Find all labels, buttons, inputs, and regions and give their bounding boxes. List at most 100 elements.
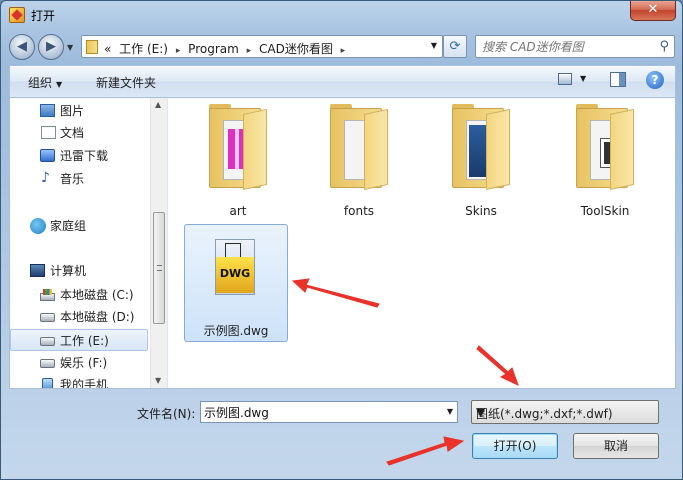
nav-item-label: 计算机 bbox=[50, 264, 87, 278]
documents-icon bbox=[41, 126, 56, 139]
address-bar[interactable]: « 工作 (E:) ▸ Program ▸ CAD迷你看图 ▸ ▼ bbox=[81, 35, 443, 58]
folder-icon bbox=[330, 104, 388, 190]
breadcrumb-item-drive[interactable]: 工作 (E:) bbox=[119, 42, 168, 56]
nav-item-label: 迅雷下载 bbox=[60, 149, 109, 163]
folder-icon bbox=[209, 104, 267, 190]
organize-button[interactable]: 组织 ▼ bbox=[28, 74, 62, 91]
folder-item-skins[interactable]: Skins bbox=[428, 102, 534, 220]
nav-item-label: 我的手机 bbox=[60, 378, 109, 388]
filename-label: 文件名(N): bbox=[137, 407, 196, 421]
breadcrumb-overflow[interactable]: « bbox=[104, 42, 111, 56]
navigation-scrollbar[interactable]: ▲ ▼ bbox=[150, 98, 167, 388]
folder-front bbox=[364, 108, 388, 190]
folder-icon bbox=[452, 104, 510, 190]
homegroup-icon bbox=[30, 218, 46, 234]
file-name: Skins bbox=[465, 204, 497, 218]
nav-item-thunder-download[interactable]: 迅雷下载 bbox=[10, 145, 148, 167]
nav-item-music[interactable]: ♪ 音乐 bbox=[10, 168, 148, 190]
forward-button[interactable]: ▶ bbox=[38, 34, 64, 60]
pictures-icon bbox=[40, 104, 55, 117]
file-name: art bbox=[229, 204, 247, 218]
file-name: 示例图.dwg bbox=[203, 324, 269, 338]
scroll-up-icon[interactable]: ▲ bbox=[155, 100, 161, 109]
dialog-body: 图片 文档 迅雷下载 ♪ 音乐 家庭组 计算机 本地磁盘 (C:) 本地磁盘 (… bbox=[9, 97, 676, 389]
filename-input[interactable] bbox=[201, 402, 437, 422]
nav-item-computer[interactable]: 计算机 bbox=[10, 260, 148, 282]
chevron-down-icon: ▼ bbox=[476, 405, 486, 419]
open-file-dialog: 打开 ✕ ◀ ▶ ▼ « 工作 (E:) ▸ Program ▸ CAD迷你看图… bbox=[0, 0, 683, 480]
close-button[interactable]: ✕ bbox=[630, 1, 676, 21]
refresh-icon: ⟳ bbox=[449, 39, 461, 54]
chevron-right-icon[interactable]: ▸ bbox=[247, 46, 252, 56]
nav-item-pictures[interactable]: 图片 bbox=[10, 100, 148, 122]
nav-item-drive-d[interactable]: 本地磁盘 (D:) bbox=[10, 306, 148, 328]
scrollbar-thumb[interactable] bbox=[153, 212, 165, 324]
cancel-button[interactable]: 取消 bbox=[573, 433, 659, 459]
folder-front bbox=[243, 108, 267, 190]
phone-icon bbox=[42, 378, 53, 388]
filename-combo: ▼ bbox=[200, 401, 458, 423]
chevron-right-icon[interactable]: ▸ bbox=[176, 46, 181, 56]
forward-arrow-icon: ▶ bbox=[46, 39, 56, 54]
breadcrumb: « 工作 (E:) ▸ Program ▸ CAD迷你看图 ▸ bbox=[104, 40, 349, 57]
chevron-down-icon[interactable]: ▼ bbox=[431, 41, 437, 50]
folder-front bbox=[610, 108, 634, 190]
nav-item-documents[interactable]: 文档 bbox=[10, 122, 148, 144]
nav-item-homegroup[interactable]: 家庭组 bbox=[10, 215, 148, 237]
dwg-badge: DWG bbox=[219, 267, 251, 280]
folder-icon bbox=[576, 104, 634, 190]
nav-item-drive-c[interactable]: 本地磁盘 (C:) bbox=[10, 284, 148, 306]
drive-icon bbox=[40, 359, 55, 368]
nav-item-label: 家庭组 bbox=[50, 219, 87, 233]
file-list: art fonts Skins ToolSkin DWG 示例图.dwg bbox=[170, 98, 675, 388]
refresh-button[interactable]: ⟳ bbox=[443, 35, 467, 58]
folder-icon bbox=[86, 40, 98, 54]
grip-icon bbox=[157, 265, 162, 271]
nav-item-drive-e[interactable]: 工作 (E:) bbox=[10, 329, 148, 351]
dialog-title: 打开 bbox=[31, 9, 56, 23]
new-folder-button[interactable]: 新建文件夹 bbox=[96, 74, 156, 91]
recent-locations-dropdown-icon[interactable]: ▼ bbox=[67, 43, 73, 52]
nav-item-label: 工作 (E:) bbox=[60, 334, 109, 348]
search-input[interactable] bbox=[482, 37, 652, 57]
annotation-arrow-open bbox=[386, 436, 465, 466]
organize-label: 组织 bbox=[28, 76, 53, 90]
open-button[interactable]: 打开(O) bbox=[472, 433, 558, 459]
view-options-dropdown-icon[interactable]: ▼ bbox=[580, 74, 586, 83]
help-icon[interactable]: ? bbox=[646, 71, 664, 89]
search-icon[interactable]: ⚲ bbox=[659, 39, 669, 54]
scroll-down-icon[interactable]: ▼ bbox=[155, 376, 161, 385]
system-drive-icon bbox=[40, 289, 55, 301]
nav-item-label: 本地磁盘 (C:) bbox=[60, 288, 134, 302]
preview-pane-icon[interactable] bbox=[610, 72, 626, 87]
chevron-right-icon[interactable]: ▸ bbox=[341, 46, 346, 56]
command-toolbar: 组织 ▼ 新建文件夹 ▼ ? bbox=[9, 65, 676, 97]
file-item-dwg[interactable]: DWG 示例图.dwg bbox=[184, 224, 288, 342]
nav-item-drive-f[interactable]: 娱乐 (F:) bbox=[10, 352, 148, 374]
title-bar: 打开 ✕ bbox=[1, 1, 682, 29]
search-box: ⚲ bbox=[475, 35, 675, 58]
computer-icon bbox=[30, 264, 45, 277]
folder-item-fonts[interactable]: fonts bbox=[306, 102, 412, 220]
drive-icon bbox=[40, 313, 55, 322]
music-icon: ♪ bbox=[41, 170, 50, 186]
nav-item-label: 图片 bbox=[60, 104, 85, 118]
back-button[interactable]: ◀ bbox=[9, 34, 35, 60]
address-row: ◀ ▶ ▼ « 工作 (E:) ▸ Program ▸ CAD迷你看图 ▸ ▼ … bbox=[1, 31, 682, 61]
back-arrow-icon: ◀ bbox=[17, 39, 27, 54]
change-view-icon[interactable] bbox=[558, 73, 572, 85]
file-type-select[interactable]: 图纸(*.dwg;*.dxf;*.dwf) ▼ bbox=[471, 400, 659, 424]
file-name: ToolSkin bbox=[580, 204, 630, 218]
app-icon bbox=[9, 7, 25, 23]
folder-item-toolskin[interactable]: ToolSkin bbox=[552, 102, 658, 220]
navigation-pane: 图片 文档 迅雷下载 ♪ 音乐 家庭组 计算机 本地磁盘 (C:) 本地磁盘 (… bbox=[10, 98, 168, 388]
drive-icon bbox=[40, 337, 55, 346]
nav-item-my-phone[interactable]: 我的手机 bbox=[10, 374, 148, 388]
nav-item-label: 本地磁盘 (D:) bbox=[60, 310, 135, 324]
chevron-down-icon[interactable]: ▼ bbox=[447, 407, 453, 416]
breadcrumb-item-program[interactable]: Program bbox=[188, 42, 239, 56]
nav-item-label: 音乐 bbox=[60, 172, 85, 186]
folder-item-art[interactable]: art bbox=[185, 102, 291, 220]
dwg-file-icon: DWG bbox=[215, 239, 259, 297]
breadcrumb-item-cad[interactable]: CAD迷你看图 bbox=[259, 42, 333, 56]
